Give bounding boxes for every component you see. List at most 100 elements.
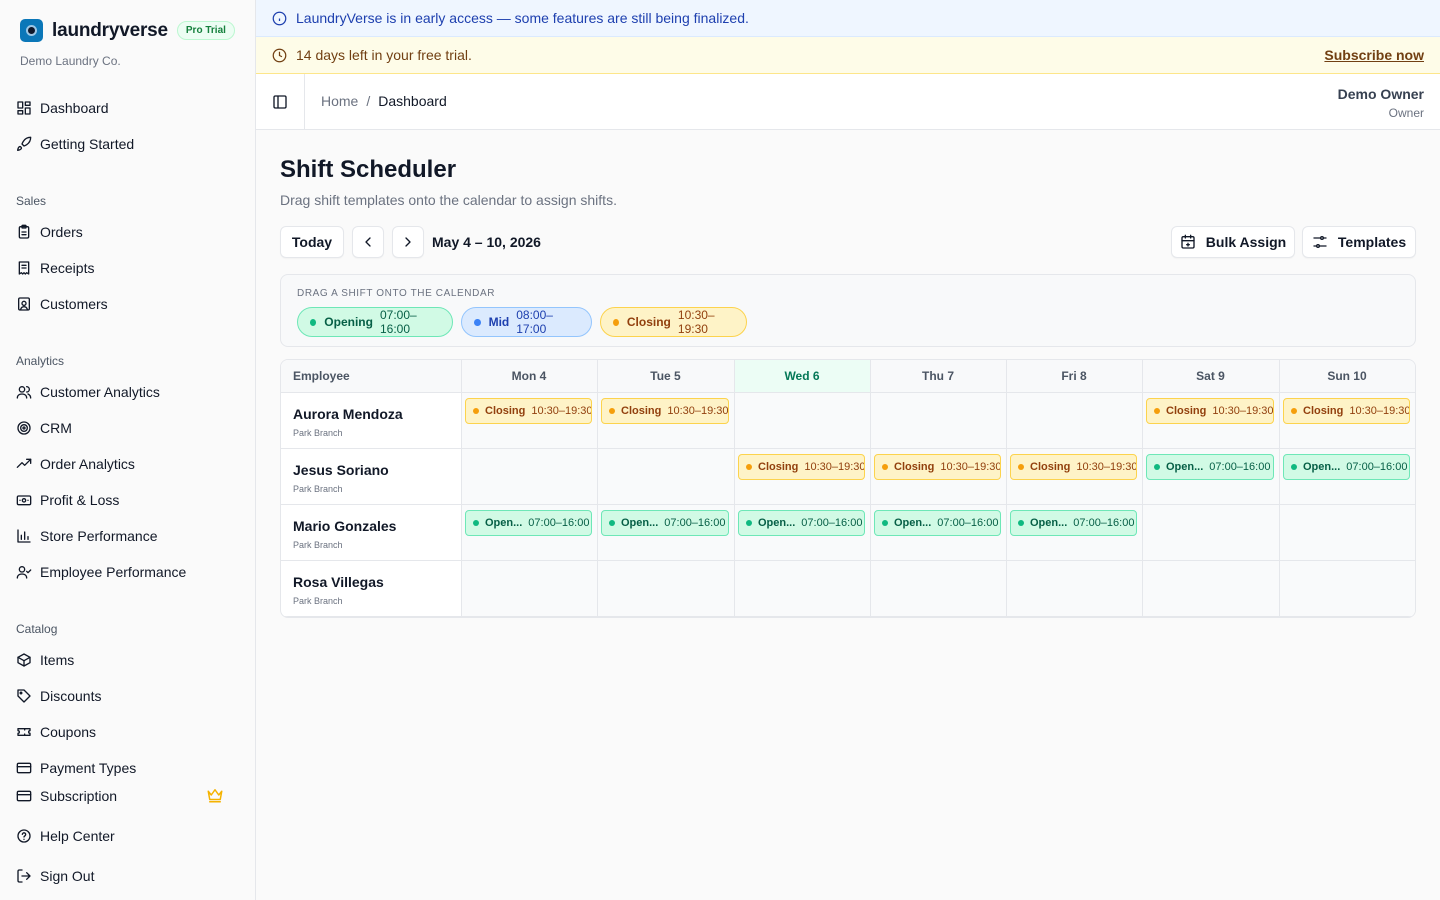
shift-closing[interactable]: Closing 10:30–19:30 bbox=[601, 398, 729, 424]
brand-logo-icon bbox=[20, 19, 43, 42]
template-mid[interactable]: Mid 08:00–17:00 bbox=[461, 307, 592, 337]
templates-button[interactable]: Templates bbox=[1302, 226, 1416, 258]
nav-employee-performance[interactable]: Employee Performance bbox=[16, 559, 186, 585]
shift-opening[interactable]: Open... 07:00–16:00 bbox=[738, 510, 865, 536]
day-header: Mon 4 bbox=[461, 360, 597, 393]
nav-customer-analytics[interactable]: Customer Analytics bbox=[16, 379, 160, 405]
schedule-cell[interactable] bbox=[597, 561, 734, 617]
nav-receipts-label: Receipts bbox=[40, 260, 95, 276]
nav-getting-started[interactable]: Getting Started bbox=[16, 131, 134, 157]
previous-week-button[interactable] bbox=[352, 226, 384, 258]
schedule-cell[interactable] bbox=[870, 393, 1006, 449]
schedule-cell[interactable] bbox=[1006, 393, 1142, 449]
schedule-cell[interactable] bbox=[1142, 561, 1279, 617]
template-opening[interactable]: Opening 07:00–16:00 bbox=[297, 307, 453, 337]
template-closing[interactable]: Closing 10:30–19:30 bbox=[600, 307, 747, 337]
nav-receipts[interactable]: Receipts bbox=[16, 255, 94, 281]
template-name: Closing bbox=[626, 315, 671, 329]
next-week-button[interactable] bbox=[392, 226, 424, 258]
employee-name: Mario Gonzales bbox=[293, 518, 397, 534]
schedule-cell[interactable] bbox=[1142, 505, 1279, 561]
sliders-icon bbox=[1313, 236, 1327, 248]
shift-closing[interactable]: Closing 10:30–19:30 bbox=[1283, 398, 1410, 424]
info-icon bbox=[272, 11, 287, 25]
nav-order-analytics[interactable]: Order Analytics bbox=[16, 451, 135, 477]
shift-opening[interactable]: Open... 07:00–16:00 bbox=[601, 510, 729, 536]
shift-time: 10:30–19:30 bbox=[1076, 461, 1137, 473]
shift-closing[interactable]: Closing 10:30–19:30 bbox=[738, 454, 865, 480]
company-name: Demo Laundry Co. bbox=[20, 54, 121, 68]
schedule-cell[interactable] bbox=[1279, 505, 1415, 561]
nav-discounts[interactable]: Discounts bbox=[16, 683, 101, 709]
nav-store-performance[interactable]: Store Performance bbox=[16, 523, 158, 549]
rocket-icon bbox=[17, 136, 32, 151]
shift-opening[interactable]: Open... 07:00–16:00 bbox=[1146, 454, 1274, 480]
user-role: Owner bbox=[1388, 106, 1424, 120]
shift-name: Open... bbox=[1303, 461, 1341, 473]
shift-time: 07:00–16:00 bbox=[937, 517, 999, 529]
nav-sign-out[interactable]: Sign Out bbox=[16, 863, 94, 889]
nav-subscription[interactable]: Subscription bbox=[16, 783, 240, 809]
nav-crm[interactable]: CRM bbox=[16, 415, 72, 441]
day-header: Wed 6 bbox=[734, 360, 870, 393]
shift-dot bbox=[1291, 408, 1297, 414]
shift-opening[interactable]: Open... 07:00–16:00 bbox=[1283, 454, 1410, 480]
shift-dot bbox=[746, 520, 752, 526]
column-divider bbox=[734, 360, 735, 617]
bulk-assign-button[interactable]: Bulk Assign bbox=[1171, 226, 1295, 258]
user-name: Demo Owner bbox=[1337, 86, 1424, 102]
nav-subscription-label: Subscription bbox=[40, 788, 118, 804]
nav-dashboard[interactable]: Dashboard bbox=[16, 95, 109, 121]
shift-dot bbox=[746, 464, 752, 470]
shift-name: Closing bbox=[894, 461, 935, 473]
sidebar-toggle-button[interactable] bbox=[256, 74, 305, 130]
day-header: Thu 7 bbox=[870, 360, 1006, 393]
crown-icon bbox=[206, 786, 224, 807]
nav-items[interactable]: Items bbox=[16, 647, 74, 673]
schedule-cell[interactable] bbox=[734, 561, 870, 617]
nav-profit-loss[interactable]: Profit & Loss bbox=[16, 487, 119, 513]
shift-time: 07:00–16:00 bbox=[528, 517, 590, 529]
nav-orders[interactable]: Orders bbox=[16, 219, 83, 245]
nav-customers[interactable]: Customers bbox=[16, 291, 108, 317]
shift-closing[interactable]: Closing 10:30–19:30 bbox=[874, 454, 1001, 480]
today-button[interactable]: Today bbox=[280, 226, 344, 258]
nav-payment-types[interactable]: Payment Types bbox=[16, 755, 136, 777]
shift-closing[interactable]: Closing 10:30–19:30 bbox=[1010, 454, 1137, 480]
shift-closing[interactable]: Closing 10:30–19:30 bbox=[465, 398, 592, 424]
brand[interactable]: laundryverse Pro Trial bbox=[20, 19, 235, 42]
shift-name: Closing bbox=[758, 461, 799, 473]
schedule-cell[interactable] bbox=[1279, 561, 1415, 617]
nav-coupons[interactable]: Coupons bbox=[16, 719, 96, 745]
plan-badge: Pro Trial bbox=[176, 21, 235, 40]
template-time: 07:00–16:00 bbox=[379, 308, 417, 336]
shift-name: Open... bbox=[485, 517, 523, 529]
subscribe-now-link[interactable]: Subscribe now bbox=[1324, 47, 1424, 63]
schedule-cell[interactable] bbox=[870, 561, 1006, 617]
help-circle-icon bbox=[17, 829, 31, 843]
nav-employee-performance-label: Employee Performance bbox=[40, 564, 187, 580]
breadcrumb: Home / Dashboard bbox=[321, 93, 447, 109]
shift-time: 10:30–19:30 bbox=[667, 405, 729, 417]
shift-time: 07:00–16:00 bbox=[1209, 461, 1271, 473]
template-time: 08:00–17:00 bbox=[516, 308, 553, 336]
day-header: Fri 8 bbox=[1006, 360, 1142, 393]
user-menu[interactable]: Demo Owner Owner bbox=[1338, 86, 1424, 120]
shift-opening[interactable]: Open... 07:00–16:00 bbox=[874, 510, 1001, 536]
credit-card-icon bbox=[16, 762, 32, 774]
shift-time: 10:30–19:30 bbox=[531, 405, 592, 417]
schedule-cell[interactable] bbox=[597, 449, 734, 505]
shift-opening[interactable]: Open... 07:00–16:00 bbox=[1010, 510, 1137, 536]
shift-opening[interactable]: Open... 07:00–16:00 bbox=[465, 510, 592, 536]
shift-dot bbox=[1018, 464, 1024, 470]
shift-name: Open... bbox=[621, 517, 659, 529]
schedule-cell[interactable] bbox=[734, 393, 870, 449]
schedule-cell[interactable] bbox=[461, 561, 597, 617]
schedule-cell[interactable] bbox=[461, 449, 597, 505]
breadcrumb-home[interactable]: Home bbox=[321, 93, 358, 109]
shift-name: Closing bbox=[485, 405, 526, 417]
schedule-cell[interactable] bbox=[1006, 561, 1142, 617]
shift-closing[interactable]: Closing 10:30–19:30 bbox=[1146, 398, 1274, 424]
nav-help-center[interactable]: Help Center bbox=[16, 823, 115, 849]
shift-time: 07:00–16:00 bbox=[664, 517, 726, 529]
